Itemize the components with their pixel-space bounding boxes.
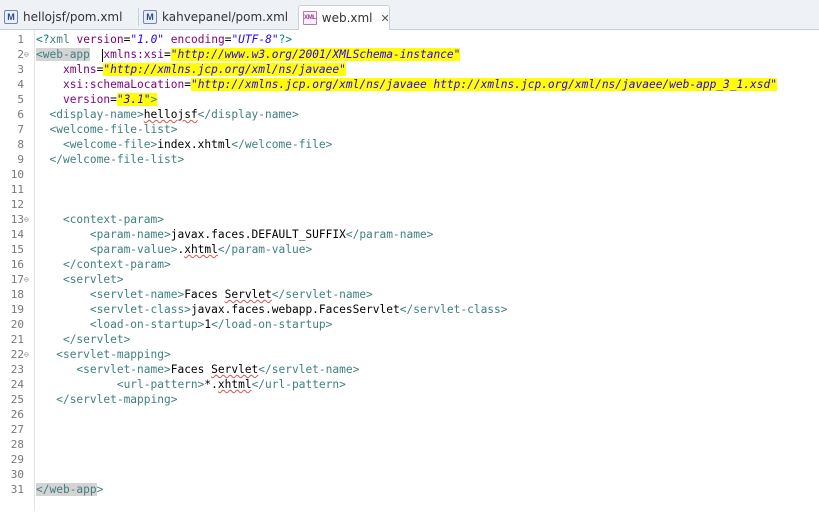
code-line-20[interactable]: <load-on-startup>1</load-on-startup> — [0, 317, 819, 332]
line-number: 30 — [10, 468, 24, 481]
line-number-row: 29 — [0, 452, 34, 467]
code-line-8[interactable]: <welcome-file>index.xhtml</welcome-file> — [0, 137, 819, 152]
close-tab-icon[interactable]: ✕ — [381, 11, 390, 25]
code-line-1[interactable]: <?xml version="1.0" encoding="UTF-8"?> — [0, 32, 819, 47]
code-line-21[interactable]: </servlet> — [0, 332, 819, 347]
line-number-row: 28 — [0, 437, 34, 452]
code-line-6[interactable]: <display-name>hellojsf</display-name> — [0, 107, 819, 122]
tab-label: kahvepanel/pom.xml — [162, 10, 289, 24]
code-line-7[interactable]: <welcome-file-list> — [0, 122, 819, 137]
maven-pom-icon: M — [143, 10, 157, 24]
tab-kahvepanel-pom[interactable]: M kahvepanel/pom.xml — [139, 5, 296, 29]
code-line-16[interactable]: </context-param> — [0, 257, 819, 272]
code-line-25[interactable]: </servlet-mapping> — [0, 392, 819, 407]
line-number: 28 — [10, 438, 24, 451]
code-line-4[interactable]: xsi:schemaLocation="http://xmlns.jcp.org… — [0, 77, 819, 92]
code-editor[interactable]: 1 2 ⊖ 3 4 5 6 7 8 9 10 11 12 13 ⊖ 14 15 16 17 ⊖ 18 19 20 21 22 ⊖ 2… — [0, 30, 819, 511]
tab-hellojsf-pom[interactable]: M hellojsf/pom.xml — [0, 5, 138, 29]
code-line-13[interactable]: <context-param> — [0, 212, 819, 227]
code-line-9[interactable]: </welcome-file-list> — [0, 152, 819, 167]
code-line-23[interactable]: <servlet-name>Faces Servlet</servlet-nam… — [0, 362, 819, 377]
editor-tab-bar: M hellojsf/pom.xml M kahvepanel/pom.xml … — [0, 0, 819, 31]
code-line-31[interactable]: </web-app> — [0, 482, 819, 497]
maven-pom-icon: M — [4, 10, 18, 24]
line-number: 29 — [10, 453, 24, 466]
line-number-row: 12 — [0, 197, 34, 212]
tab-web-xml[interactable]: XML web.xml ✕ — [298, 5, 390, 31]
code-line-18[interactable]: <servlet-name>Faces Servlet</servlet-nam… — [0, 287, 819, 302]
line-number-row: 30 — [0, 467, 34, 482]
code-line-15[interactable]: <param-value>.xhtml</param-value> — [0, 242, 819, 257]
code-line-5[interactable]: version="3.1"> — [0, 92, 819, 107]
code-line-17[interactable]: <servlet> — [0, 272, 819, 287]
xml-file-icon: XML — [303, 11, 317, 25]
code-line-24[interactable]: <url-pattern>*.xhtml</url-pattern> — [0, 377, 819, 392]
tab-label: hellojsf/pom.xml — [23, 10, 123, 24]
code-line-2[interactable]: <web-app xmlns:xsi="http://www.w3.org/20… — [0, 47, 819, 62]
line-number: 12 — [10, 198, 24, 211]
code-line-22[interactable]: <servlet-mapping> — [0, 347, 819, 362]
code-line-3[interactable]: xmlns="http://xmlns.jcp.org/xml/ns/javae… — [0, 62, 819, 77]
code-line-19[interactable]: <servlet-class>javax.faces.webapp.FacesS… — [0, 302, 819, 317]
code-line-14[interactable]: <param-name>javax.faces.DEFAULT_SUFFIX</… — [0, 227, 819, 242]
tab-label: web.xml — [321, 11, 373, 25]
